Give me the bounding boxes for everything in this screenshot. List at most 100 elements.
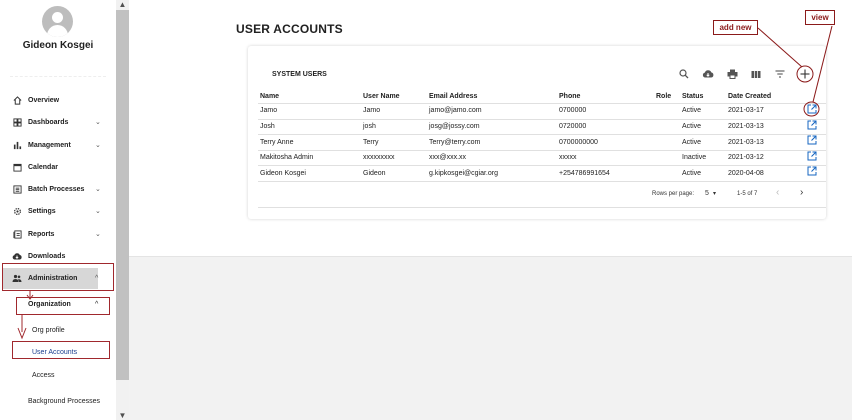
cell-status: Active (682, 139, 702, 146)
chevron-down-icon: ⌄ (95, 208, 101, 215)
chevron-down-icon: ⌄ (95, 231, 101, 238)
avatar-head (52, 12, 63, 23)
cloud-download-icon (12, 251, 22, 261)
open-in-new-icon[interactable] (807, 120, 817, 130)
column-header-name[interactable]: Name (260, 93, 279, 100)
sidebar-item-dashboards[interactable]: Dashboards ⌄ (0, 113, 116, 131)
open-in-new-icon[interactable] (807, 166, 817, 176)
chevron-down-icon: ⌄ (95, 186, 101, 193)
row-divider (258, 165, 826, 166)
cell-status: Active (682, 123, 702, 130)
cloud-download-icon[interactable] (702, 68, 714, 80)
cell-name: Makitosha Admin (260, 154, 314, 161)
annotation-arrows (17, 291, 34, 340)
bar-chart-icon (12, 140, 22, 150)
sidebar-item-label: Settings (28, 207, 56, 215)
avatar[interactable] (42, 6, 73, 37)
sidebar-divider (10, 76, 106, 77)
print-icon[interactable] (726, 68, 738, 80)
avatar-body (47, 25, 68, 37)
row-divider (258, 150, 826, 151)
scroll-up-icon[interactable]: ▲ (117, 0, 128, 10)
cell-phone: xxxxx (559, 154, 577, 161)
row-divider (258, 119, 826, 120)
footer-divider (258, 207, 826, 208)
cell-date: 2021-03-12 (728, 154, 764, 161)
chevron-down-icon: ⌄ (95, 142, 101, 149)
sidebar-item-label: Batch Processes (28, 185, 85, 193)
open-in-new-icon[interactable] (807, 135, 817, 145)
sidebar-item-overview[interactable]: Overview (0, 91, 116, 109)
cell-email: g.kipkosgei@cgiar.org (429, 170, 498, 177)
cell-status: Inactive (682, 154, 707, 161)
card-title: SYSTEM USERS (272, 71, 327, 78)
dashboard-icon (12, 117, 22, 127)
app-root: Gideon Kosgei Overview Dashboards ⌄ Mana… (0, 0, 852, 420)
cell-name: Jamo (260, 107, 278, 114)
sidebar-item-label: Reports (28, 230, 55, 238)
sidebar-item-reports[interactable]: Reports ⌄ (0, 225, 116, 243)
annotation-box-administration (2, 263, 114, 291)
sidebar-scrollbar-thumb[interactable] (116, 10, 129, 380)
search-icon[interactable] (678, 68, 690, 80)
column-header-status[interactable]: Status (682, 93, 703, 100)
calendar-icon (12, 162, 22, 172)
row-divider (258, 181, 826, 182)
main-empty-area (129, 256, 852, 420)
cell-date: 2020-04-08 (728, 170, 764, 177)
sidebar-item-management[interactable]: Management ⌄ (0, 136, 116, 154)
column-header-phone[interactable]: Phone (559, 93, 580, 100)
rows-per-page-label: Rows per page: (652, 191, 695, 197)
sidebar-item-label: Calendar (28, 163, 58, 171)
page-title: USER ACCOUNTS (236, 22, 343, 36)
cell-phone: 0720000 (559, 123, 587, 130)
cell-username: Jamo (363, 107, 381, 114)
next-page-icon[interactable]: › (800, 187, 803, 198)
sidebar-item-access[interactable]: Access (32, 372, 55, 379)
pagination-range: 1-5 of 7 (737, 191, 758, 197)
open-in-new-icon[interactable] (807, 151, 817, 161)
cell-phone: 0700000 (559, 107, 587, 114)
cell-date: 2021-03-17 (728, 107, 764, 114)
column-header-role[interactable]: Role (656, 93, 671, 100)
cell-username: josh (363, 123, 376, 130)
row-divider (258, 134, 826, 135)
column-header-email[interactable]: Email Address (429, 93, 477, 100)
cell-status: Active (682, 170, 702, 177)
user-name: Gideon Kosgei (22, 40, 94, 51)
sidebar-item-calendar[interactable]: Calendar (0, 158, 116, 176)
cell-username: Terry (363, 139, 379, 146)
sidebar-item-batch-processes[interactable]: Batch Processes ⌄ (0, 180, 116, 198)
cell-name: Josh (260, 123, 275, 130)
caret-down-icon[interactable]: ▾ (713, 190, 716, 197)
list-icon (12, 184, 22, 194)
gear-icon (12, 206, 22, 216)
cell-username: xxxxxxxxx (363, 154, 395, 161)
sidebar-item-label: Downloads (28, 252, 66, 260)
sidebar-item-label: Management (28, 141, 71, 149)
sidebar-item-label: Dashboards (28, 118, 69, 126)
rows-per-page-select[interactable]: 5 (705, 190, 709, 197)
cell-date: 2021-03-13 (728, 123, 764, 130)
cell-username: Gideon (363, 170, 386, 177)
sidebar-item-label: Overview (28, 96, 60, 104)
cell-name: Terry Anne (260, 139, 294, 146)
cell-phone: 0700000000 (559, 139, 598, 146)
cell-phone: +254786991654 (559, 170, 610, 177)
home-icon (12, 95, 22, 105)
prev-page-icon[interactable]: ‹ (776, 187, 779, 198)
sidebar-item-settings[interactable]: Settings ⌄ (0, 202, 116, 220)
cell-email: Terry@terry.com (429, 139, 481, 146)
row-divider (258, 103, 826, 104)
sidebar-item-background-processes[interactable]: Background Processes (28, 398, 100, 405)
cell-name: Gideon Kosgei (260, 170, 306, 177)
sidebar: Gideon Kosgei Overview Dashboards ⌄ Mana… (0, 0, 116, 420)
scroll-down-icon[interactable]: ▼ (117, 411, 128, 420)
cell-email: xxx@xxx.xx (429, 154, 467, 161)
cell-email: jamo@jamo.com (429, 107, 482, 114)
column-header-username[interactable]: User Name (363, 93, 400, 100)
cell-email: josg@jossy.com (429, 123, 480, 130)
cell-status: Active (682, 107, 702, 114)
chevron-down-icon: ⌄ (95, 119, 101, 126)
report-icon (12, 229, 22, 239)
